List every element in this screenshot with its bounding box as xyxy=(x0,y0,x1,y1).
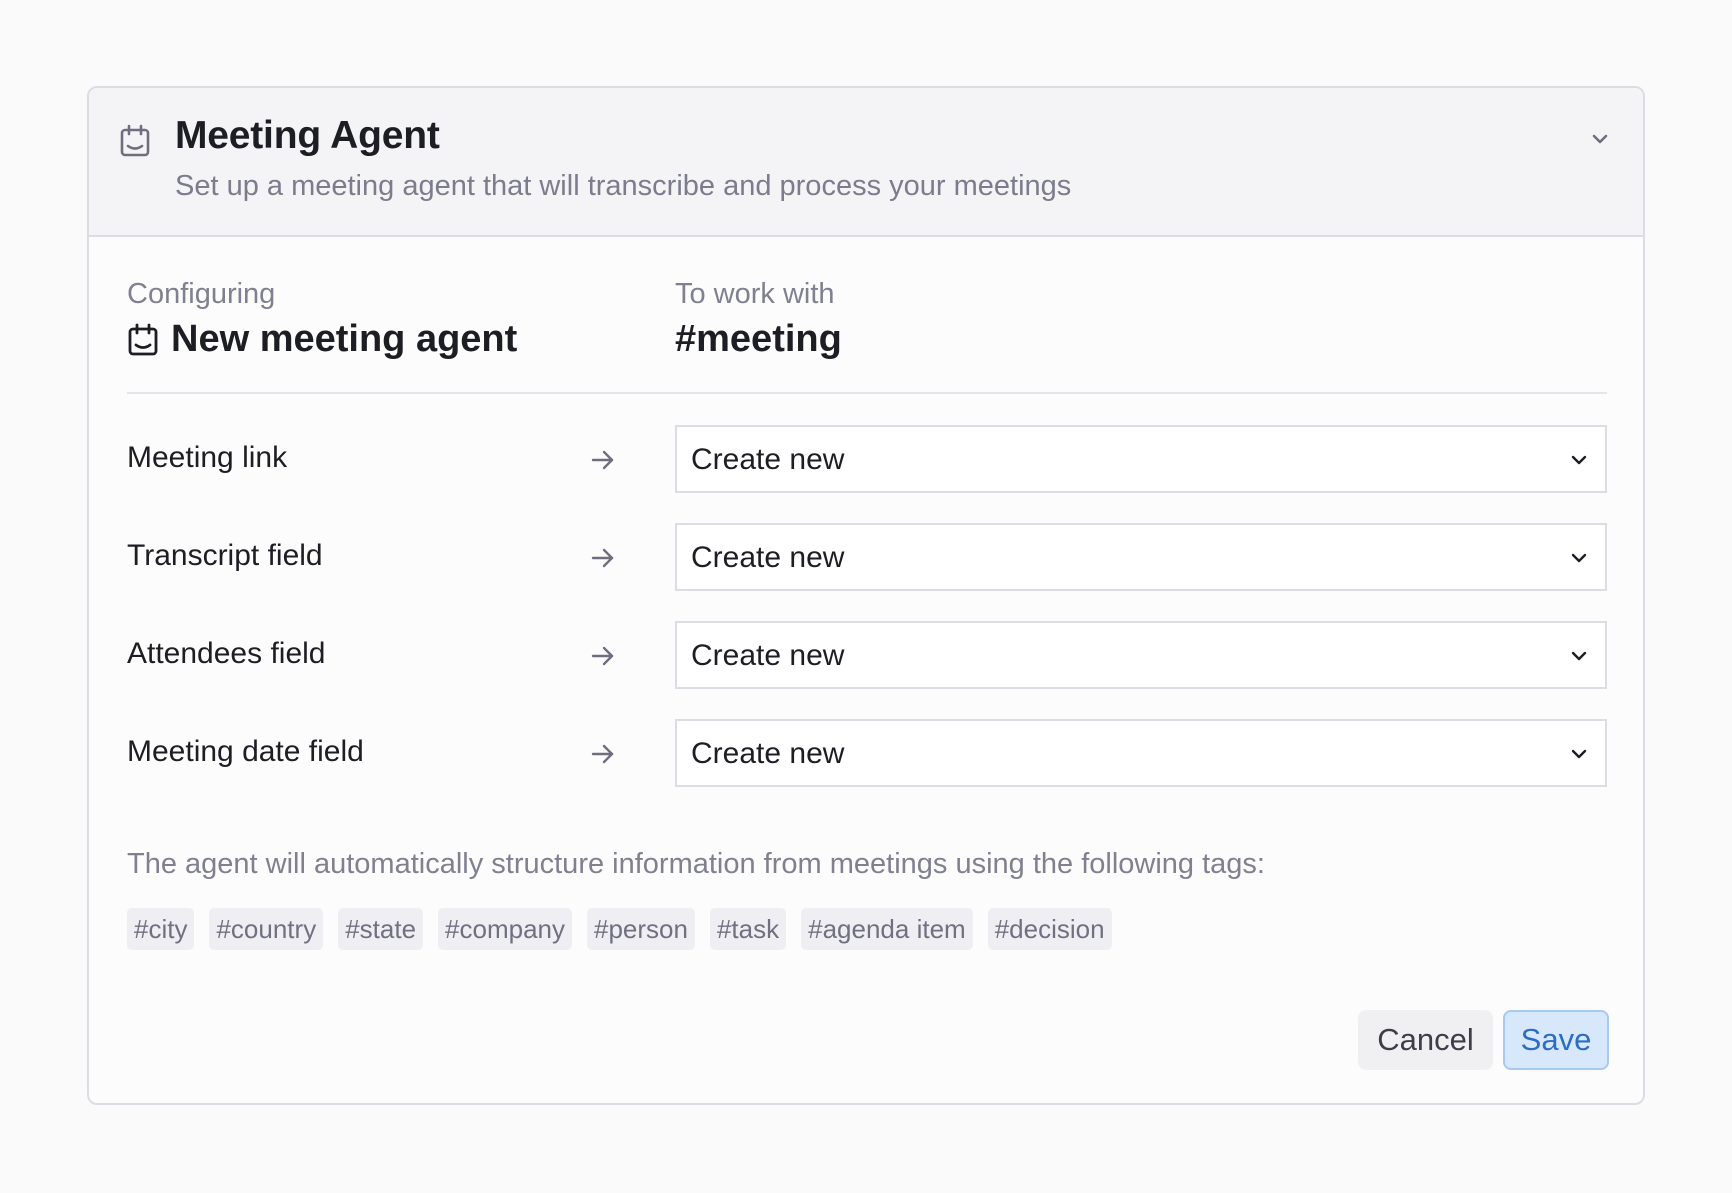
chevron-down-icon xyxy=(1571,553,1587,563)
mapping-select-attendees-field[interactable]: Create new xyxy=(675,621,1607,689)
mapping-label: Meeting date field xyxy=(127,735,364,768)
select-value: Create new xyxy=(691,443,845,476)
mapping-row: Attendees field Create new xyxy=(127,621,1607,689)
select-value: Create new xyxy=(691,737,845,770)
cancel-button[interactable]: Cancel xyxy=(1358,1010,1493,1070)
tag-chip: #agenda item xyxy=(801,908,973,950)
mapping-label: Transcript field xyxy=(127,539,323,572)
tag-chip: #country xyxy=(209,908,324,950)
card-header[interactable]: Meeting Agent Set up a meeting agent tha… xyxy=(89,88,1643,237)
divider xyxy=(127,392,1607,394)
tag-chip: #state xyxy=(338,908,424,950)
configuring-label: Configuring xyxy=(127,278,276,310)
select-value: Create new xyxy=(691,541,845,574)
agent-name-text: New meeting agent xyxy=(171,318,518,360)
arrow-right-icon xyxy=(591,744,614,764)
tag-chip: #company xyxy=(438,908,572,950)
chevron-down-icon[interactable] xyxy=(1587,126,1613,152)
chevron-down-icon xyxy=(1571,455,1587,465)
tag-list: #city #country #state #company #person #… xyxy=(127,908,1112,950)
arrow-right-icon xyxy=(591,548,614,568)
mapping-row: Meeting date field Create new xyxy=(127,719,1607,787)
card-title: Meeting Agent xyxy=(175,114,440,157)
tags-intro: The agent will automatically structure i… xyxy=(127,848,1265,880)
tag-chip: #person xyxy=(587,908,695,950)
calendar-icon xyxy=(120,124,150,157)
mapping-label: Meeting link xyxy=(127,441,288,474)
target-tag: #meeting xyxy=(675,318,842,360)
work-with-label: To work with xyxy=(675,278,835,310)
mapping-select-transcript-field[interactable]: Create new xyxy=(675,523,1607,591)
mapping-label: Attendees field xyxy=(127,637,326,670)
mapping-row: Meeting link Create new xyxy=(127,425,1607,493)
mapping-select-meeting-date-field[interactable]: Create new xyxy=(675,719,1607,787)
calendar-icon xyxy=(128,323,158,355)
meeting-agent-card: Meeting Agent Set up a meeting agent tha… xyxy=(87,86,1645,1105)
agent-name: New meeting agent xyxy=(127,318,517,361)
chevron-down-icon xyxy=(1571,651,1587,661)
tag-chip: #task xyxy=(709,908,787,950)
tag-chip: #decision xyxy=(987,908,1112,950)
mapping-select-meeting-link[interactable]: Create new xyxy=(675,425,1607,493)
card-subtitle: Set up a meeting agent that will transcr… xyxy=(175,170,1072,202)
arrow-right-icon xyxy=(591,450,614,470)
mapping-row: Transcript field Create new xyxy=(127,523,1607,591)
chevron-down-icon xyxy=(1571,749,1587,759)
save-button[interactable]: Save xyxy=(1503,1010,1609,1070)
select-value: Create new xyxy=(691,639,845,672)
tag-chip: #city xyxy=(127,908,195,950)
arrow-right-icon xyxy=(591,646,614,666)
